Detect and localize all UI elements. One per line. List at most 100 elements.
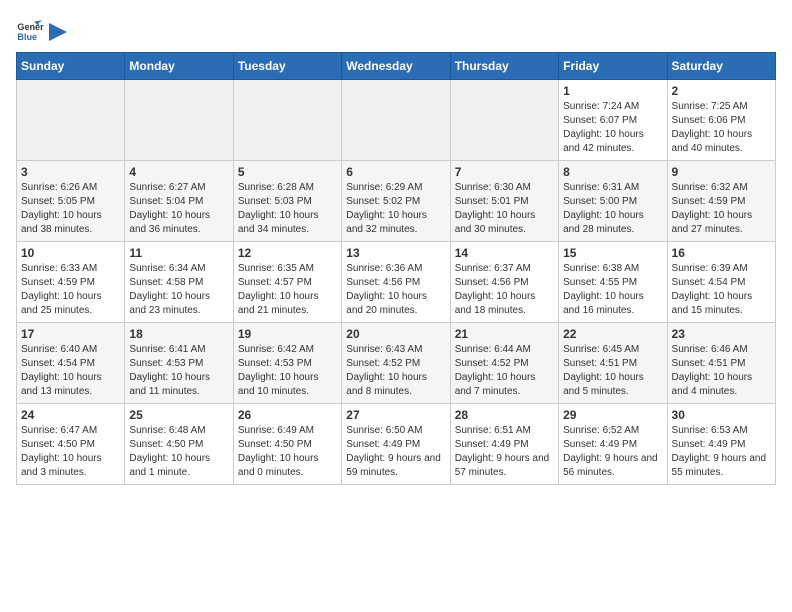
day-number: 26 <box>238 408 337 422</box>
calendar-week-row: 1 Sunrise: 7:24 AM Sunset: 6:07 PM Daylig… <box>17 80 776 161</box>
day-number: 2 <box>672 84 771 98</box>
day-info: Sunrise: 6:42 AM Sunset: 4:53 PM Dayligh… <box>238 343 337 399</box>
day-number: 5 <box>238 165 337 179</box>
logo-arrow-icon <box>49 23 67 41</box>
calendar-cell: 6 Sunrise: 6:29 AM Sunset: 5:02 PM Daylig… <box>342 161 450 242</box>
day-info: Sunrise: 7:24 AM Sunset: 6:07 PM Dayligh… <box>563 100 662 156</box>
day-info: Sunrise: 6:31 AM Sunset: 5:00 PM Dayligh… <box>563 181 662 237</box>
day-number: 24 <box>21 408 120 422</box>
day-number: 29 <box>563 408 662 422</box>
weekday-header-wednesday: Wednesday <box>342 53 450 80</box>
calendar-cell: 29 Sunrise: 6:52 AM Sunset: 4:49 PM Dayli… <box>559 404 667 485</box>
day-info: Sunrise: 6:48 AM Sunset: 4:50 PM Dayligh… <box>129 424 228 480</box>
calendar-cell: 17 Sunrise: 6:40 AM Sunset: 4:54 PM Dayli… <box>17 323 125 404</box>
day-info: Sunrise: 6:35 AM Sunset: 4:57 PM Dayligh… <box>238 262 337 318</box>
logo-icon: General Blue <box>16 16 44 44</box>
calendar-cell: 14 Sunrise: 6:37 AM Sunset: 4:56 PM Dayli… <box>450 242 558 323</box>
weekday-header-sunday: Sunday <box>17 53 125 80</box>
calendar-cell <box>450 80 558 161</box>
calendar-cell: 4 Sunrise: 6:27 AM Sunset: 5:04 PM Daylig… <box>125 161 233 242</box>
day-info: Sunrise: 6:32 AM Sunset: 4:59 PM Dayligh… <box>672 181 771 237</box>
calendar-week-row: 10 Sunrise: 6:33 AM Sunset: 4:59 PM Dayli… <box>17 242 776 323</box>
calendar-cell: 3 Sunrise: 6:26 AM Sunset: 5:05 PM Daylig… <box>17 161 125 242</box>
day-number: 18 <box>129 327 228 341</box>
weekday-header-saturday: Saturday <box>667 53 775 80</box>
weekday-header-friday: Friday <box>559 53 667 80</box>
calendar-cell: 16Sunrise: 6:39 AM Sunset: 4:54 PM Dayli… <box>667 242 775 323</box>
weekday-header-row: SundayMondayTuesdayWednesdayThursdayFrid… <box>17 53 776 80</box>
day-info: Sunrise: 6:26 AM Sunset: 5:05 PM Dayligh… <box>21 181 120 237</box>
day-info: Sunrise: 6:39 AM Sunset: 4:54 PM Dayligh… <box>672 262 771 318</box>
calendar-cell: 12 Sunrise: 6:35 AM Sunset: 4:57 PM Dayli… <box>233 242 341 323</box>
day-info: Sunrise: 6:37 AM Sunset: 4:56 PM Dayligh… <box>455 262 554 318</box>
day-info: Sunrise: 7:25 AM Sunset: 6:06 PM Dayligh… <box>672 100 771 156</box>
day-info: Sunrise: 6:53 AM Sunset: 4:49 PM Dayligh… <box>672 424 771 480</box>
day-info: Sunrise: 6:45 AM Sunset: 4:51 PM Dayligh… <box>563 343 662 399</box>
calendar-cell <box>342 80 450 161</box>
day-number: 9 <box>672 165 771 179</box>
day-info: Sunrise: 6:49 AM Sunset: 4:50 PM Dayligh… <box>238 424 337 480</box>
day-number: 21 <box>455 327 554 341</box>
day-number: 19 <box>238 327 337 341</box>
day-number: 20 <box>346 327 445 341</box>
day-info: Sunrise: 6:51 AM Sunset: 4:49 PM Dayligh… <box>455 424 554 480</box>
calendar-cell: 2 Sunrise: 7:25 AM Sunset: 6:06 PM Daylig… <box>667 80 775 161</box>
day-number: 28 <box>455 408 554 422</box>
day-number: 8 <box>563 165 662 179</box>
day-info: Sunrise: 6:43 AM Sunset: 4:52 PM Dayligh… <box>346 343 445 399</box>
day-number: 7 <box>455 165 554 179</box>
day-info: Sunrise: 6:29 AM Sunset: 5:02 PM Dayligh… <box>346 181 445 237</box>
calendar-cell: 10 Sunrise: 6:33 AM Sunset: 4:59 PM Dayli… <box>17 242 125 323</box>
calendar-cell: 18 Sunrise: 6:41 AM Sunset: 4:53 PM Dayli… <box>125 323 233 404</box>
calendar-cell: 28 Sunrise: 6:51 AM Sunset: 4:49 PM Dayli… <box>450 404 558 485</box>
day-number: 22 <box>563 327 662 341</box>
calendar-cell: 8 Sunrise: 6:31 AM Sunset: 5:00 PM Daylig… <box>559 161 667 242</box>
day-number: 14 <box>455 246 554 260</box>
logo: General Blue <box>16 16 68 44</box>
day-info: Sunrise: 6:44 AM Sunset: 4:52 PM Dayligh… <box>455 343 554 399</box>
calendar-cell: 24 Sunrise: 6:47 AM Sunset: 4:50 PM Dayli… <box>17 404 125 485</box>
day-number: 12 <box>238 246 337 260</box>
calendar-cell: 15Sunrise: 6:38 AM Sunset: 4:55 PM Dayli… <box>559 242 667 323</box>
calendar-week-row: 3 Sunrise: 6:26 AM Sunset: 5:05 PM Daylig… <box>17 161 776 242</box>
calendar-table: SundayMondayTuesdayWednesdayThursdayFrid… <box>16 52 776 485</box>
day-number: 17 <box>21 327 120 341</box>
calendar-cell: 21 Sunrise: 6:44 AM Sunset: 4:52 PM Dayli… <box>450 323 558 404</box>
day-info: Sunrise: 6:41 AM Sunset: 4:53 PM Dayligh… <box>129 343 228 399</box>
day-number: 10 <box>21 246 120 260</box>
day-info: Sunrise: 6:30 AM Sunset: 5:01 PM Dayligh… <box>455 181 554 237</box>
day-number: 25 <box>129 408 228 422</box>
calendar-cell: 19 Sunrise: 6:42 AM Sunset: 4:53 PM Dayli… <box>233 323 341 404</box>
calendar-cell: 9 Sunrise: 6:32 AM Sunset: 4:59 PM Daylig… <box>667 161 775 242</box>
day-number: 27 <box>346 408 445 422</box>
day-info: Sunrise: 6:50 AM Sunset: 4:49 PM Dayligh… <box>346 424 445 480</box>
day-info: Sunrise: 6:38 AM Sunset: 4:55 PM Dayligh… <box>563 262 662 318</box>
day-number: 3 <box>21 165 120 179</box>
day-number: 6 <box>346 165 445 179</box>
calendar-cell <box>17 80 125 161</box>
calendar-cell: 30 Sunrise: 6:53 AM Sunset: 4:49 PM Dayli… <box>667 404 775 485</box>
calendar-week-row: 17 Sunrise: 6:40 AM Sunset: 4:54 PM Dayli… <box>17 323 776 404</box>
calendar-cell: 7 Sunrise: 6:30 AM Sunset: 5:01 PM Daylig… <box>450 161 558 242</box>
day-number: 11 <box>129 246 228 260</box>
day-number: 1 <box>563 84 662 98</box>
calendar-cell: 27 Sunrise: 6:50 AM Sunset: 4:49 PM Dayli… <box>342 404 450 485</box>
day-number: 13 <box>346 246 445 260</box>
calendar-cell: 22 Sunrise: 6:45 AM Sunset: 4:51 PM Dayli… <box>559 323 667 404</box>
day-number: 23 <box>672 327 771 341</box>
day-info: Sunrise: 6:46 AM Sunset: 4:51 PM Dayligh… <box>672 343 771 399</box>
day-info: Sunrise: 6:33 AM Sunset: 4:59 PM Dayligh… <box>21 262 120 318</box>
day-number: 30 <box>672 408 771 422</box>
day-info: Sunrise: 6:47 AM Sunset: 4:50 PM Dayligh… <box>21 424 120 480</box>
day-info: Sunrise: 6:34 AM Sunset: 4:58 PM Dayligh… <box>129 262 228 318</box>
day-info: Sunrise: 6:52 AM Sunset: 4:49 PM Dayligh… <box>563 424 662 480</box>
calendar-week-row: 24 Sunrise: 6:47 AM Sunset: 4:50 PM Dayli… <box>17 404 776 485</box>
calendar-cell: 23 Sunrise: 6:46 AM Sunset: 4:51 PM Dayli… <box>667 323 775 404</box>
day-info: Sunrise: 6:27 AM Sunset: 5:04 PM Dayligh… <box>129 181 228 237</box>
svg-text:Blue: Blue <box>17 32 37 42</box>
day-number: 4 <box>129 165 228 179</box>
day-info: Sunrise: 6:40 AM Sunset: 4:54 PM Dayligh… <box>21 343 120 399</box>
day-info: Sunrise: 6:36 AM Sunset: 4:56 PM Dayligh… <box>346 262 445 318</box>
calendar-cell: 25 Sunrise: 6:48 AM Sunset: 4:50 PM Dayli… <box>125 404 233 485</box>
day-info: Sunrise: 6:28 AM Sunset: 5:03 PM Dayligh… <box>238 181 337 237</box>
